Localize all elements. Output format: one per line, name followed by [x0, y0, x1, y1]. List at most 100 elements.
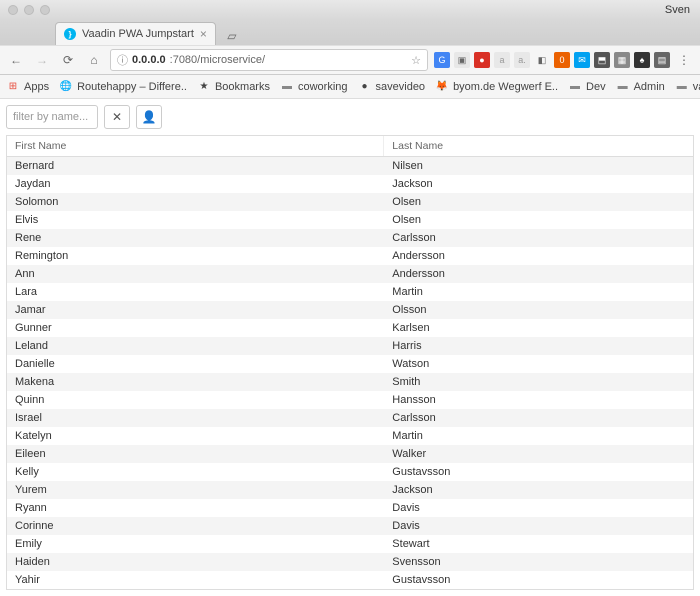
cell-firstname: Leland	[7, 337, 384, 355]
bookmark-label: savevideo	[376, 81, 426, 93]
apps-button[interactable]: ⊞Apps	[6, 80, 49, 94]
home-button[interactable]: ⌂	[84, 50, 104, 70]
filter-input[interactable]	[6, 105, 98, 129]
cell-firstname: Remington	[7, 247, 384, 265]
window-zoom-icon[interactable]	[40, 5, 50, 15]
table-row[interactable]: JamarOlsson	[7, 301, 693, 319]
apps-icon: ⊞	[6, 80, 20, 94]
site-info-icon[interactable]: ⓘ	[117, 52, 128, 68]
folder-icon: ▬	[675, 80, 689, 94]
cell-lastname: Gustavsson	[384, 571, 693, 589]
bookmark-item[interactable]: 🌐Routehappy – Differe..	[59, 80, 187, 94]
table-row[interactable]: JaydanJackson	[7, 175, 693, 193]
url-path: :7080/microservice/	[170, 54, 265, 66]
globe-icon: 🌐	[59, 80, 73, 94]
extension-icon[interactable]: ▣	[454, 52, 470, 68]
reload-button[interactable]: ⟳	[58, 50, 78, 70]
table-row[interactable]: DanielleWatson	[7, 355, 693, 373]
close-icon: ✕	[112, 110, 122, 124]
bookmark-folder[interactable]: ▬Dev	[568, 80, 606, 94]
profile-user-label[interactable]: Sven	[665, 4, 690, 16]
extension-icons: G ▣ ● a a. ◧ 0 ✉ ⬒ ▦ ♠ ▤ ⋮	[434, 50, 694, 70]
bookmark-folder[interactable]: ▬coworking	[280, 80, 348, 94]
table-row[interactable]: YahirGustavsson	[7, 571, 693, 589]
table-row[interactable]: AnnAndersson	[7, 265, 693, 283]
cell-lastname: Svensson	[384, 553, 693, 571]
table-row[interactable]: QuinnHansson	[7, 391, 693, 409]
cell-lastname: Carlsson	[384, 409, 693, 427]
cell-firstname: Bernard	[7, 157, 384, 175]
cell-firstname: Rene	[7, 229, 384, 247]
tab-title: Vaadin PWA Jumpstart	[82, 28, 194, 40]
table-row[interactable]: YuremJackson	[7, 481, 693, 499]
cell-lastname: Hansson	[384, 391, 693, 409]
window-close-icon[interactable]	[8, 5, 18, 15]
table-row[interactable]: HaidenSvensson	[7, 553, 693, 571]
table-row[interactable]: LaraMartin	[7, 283, 693, 301]
extension-icon[interactable]: ▤	[654, 52, 670, 68]
cell-lastname: Olsen	[384, 193, 693, 211]
add-user-button[interactable]: 👤	[136, 105, 162, 129]
table-row[interactable]: IsraelCarlsson	[7, 409, 693, 427]
back-button[interactable]: ←	[6, 50, 26, 70]
browser-tab[interactable]: } Vaadin PWA Jumpstart ×	[55, 22, 216, 45]
table-row[interactable]: RemingtonAndersson	[7, 247, 693, 265]
cell-firstname: Corinne	[7, 517, 384, 535]
favicon-icon: }	[64, 28, 76, 40]
bookmark-item[interactable]: ● savevideo	[358, 80, 426, 94]
cell-firstname: Israel	[7, 409, 384, 427]
extension-icon[interactable]: a.	[514, 52, 530, 68]
extension-icon[interactable]: ◧	[534, 52, 550, 68]
bookmark-item[interactable]: ★Bookmarks	[197, 80, 270, 94]
cell-lastname: Jackson	[384, 175, 693, 193]
bookmark-folder[interactable]: ▬Admin	[616, 80, 665, 94]
bookmarks-bar: ⊞Apps 🌐Routehappy – Differe.. ★Bookmarks…	[0, 75, 700, 99]
new-tab-button[interactable]: ▱	[222, 29, 242, 45]
table-row[interactable]: GunnerKarlsen	[7, 319, 693, 337]
cell-firstname: Ann	[7, 265, 384, 283]
extension-icon[interactable]: ⬒	[594, 52, 610, 68]
bookmark-item[interactable]: 🦊byom.de Wegwerf E..	[435, 80, 558, 94]
cell-firstname: Jaydan	[7, 175, 384, 193]
cell-lastname: Andersson	[384, 265, 693, 283]
table-row[interactable]: KellyGustavsson	[7, 463, 693, 481]
table-row[interactable]: EmilyStewart	[7, 535, 693, 553]
url-bar[interactable]: ⓘ 0.0.0.0 :7080/microservice/ ☆	[110, 49, 428, 71]
extension-icon[interactable]: ▦	[614, 52, 630, 68]
browser-toolbar: ← → ⟳ ⌂ ⓘ 0.0.0.0 :7080/microservice/ ☆ G…	[0, 45, 700, 75]
extension-icon[interactable]: 0	[554, 52, 570, 68]
table-row[interactable]: CorinneDavis	[7, 517, 693, 535]
cell-firstname: Lara	[7, 283, 384, 301]
table-row[interactable]: BernardNilsen	[7, 157, 693, 175]
extension-icon[interactable]: ✉	[574, 52, 590, 68]
bookmark-star-icon[interactable]: ☆	[411, 54, 421, 67]
bookmark-folder[interactable]: ▬vaadin	[675, 80, 700, 94]
table-row[interactable]: EileenWalker	[7, 445, 693, 463]
browser-chrome: Sven } Vaadin PWA Jumpstart × ▱ ← → ⟳ ⌂ …	[0, 0, 700, 99]
url-host: 0.0.0.0	[132, 54, 166, 66]
bookmark-label: Bookmarks	[215, 81, 270, 93]
table-row[interactable]: SolomonOlsen	[7, 193, 693, 211]
extension-icon[interactable]: G	[434, 52, 450, 68]
close-icon[interactable]: ×	[200, 27, 207, 41]
extension-icon[interactable]: a	[494, 52, 510, 68]
table-row[interactable]: MakenaSmith	[7, 373, 693, 391]
table-row[interactable]: KatelynMartin	[7, 427, 693, 445]
table-row[interactable]: LelandHarris	[7, 337, 693, 355]
table-row[interactable]: ElvisOlsen	[7, 211, 693, 229]
column-header-lastname[interactable]: Last Name	[384, 136, 693, 156]
forward-button[interactable]: →	[32, 50, 52, 70]
table-row[interactable]: RyannDavis	[7, 499, 693, 517]
window-minimize-icon[interactable]	[24, 5, 34, 15]
grid-body: BernardNilsenJaydanJacksonSolomonOlsenEl…	[7, 157, 693, 589]
site-icon: ●	[358, 80, 372, 94]
extension-icon[interactable]: ♠	[634, 52, 650, 68]
extension-icon[interactable]: ●	[474, 52, 490, 68]
clear-filter-button[interactable]: ✕	[104, 105, 130, 129]
cell-lastname: Martin	[384, 283, 693, 301]
cell-firstname: Danielle	[7, 355, 384, 373]
menu-icon[interactable]: ⋮	[674, 50, 694, 70]
table-row[interactable]: ReneCarlsson	[7, 229, 693, 247]
cell-firstname: Gunner	[7, 319, 384, 337]
column-header-firstname[interactable]: First Name	[7, 136, 384, 156]
